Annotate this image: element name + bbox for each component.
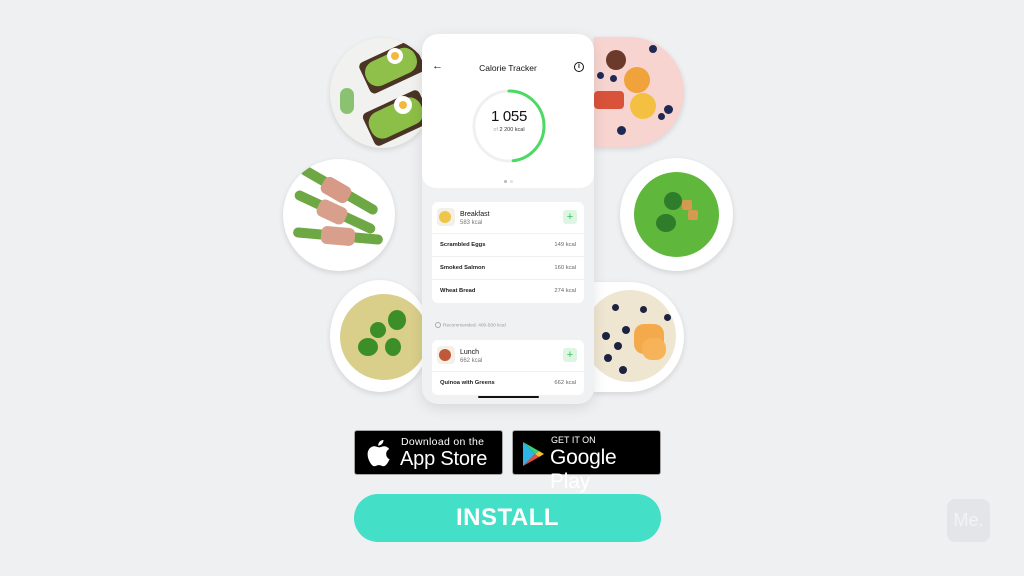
app-store-label: App Store (400, 448, 488, 470)
app-store-badge[interactable]: Download on the App Store (354, 430, 503, 475)
meal-name: Lunch (460, 349, 480, 356)
apple-logo-icon (367, 440, 390, 467)
brand-logo: Me. (947, 499, 990, 542)
recommendation-text: Recommended: 400-500 kcal (443, 323, 506, 329)
meal-card-breakfast: Breakfast 583 kcal + Scrambled Eggs 149 … (432, 202, 584, 303)
app-header: ← Calorie Tracker i (422, 60, 594, 75)
page-dot-active[interactable] (503, 180, 507, 183)
page-dot[interactable] (509, 180, 513, 183)
food-kcal: 149 kcal (554, 242, 576, 248)
page-title: Calorie Tracker (479, 63, 537, 73)
google-play-caption: GET IT ON (551, 435, 596, 445)
of-label: of (493, 127, 498, 133)
meal-thumbnail (437, 346, 455, 364)
info-circle-icon (435, 322, 441, 328)
meal-kcal: 662 kcal (460, 358, 483, 364)
oatmeal-peach-bowl (594, 282, 684, 392)
food-row[interactable]: Scrambled Eggs 149 kcal (432, 234, 584, 257)
food-kcal: 662 kcal (554, 380, 576, 386)
meal-header[interactable]: Lunch 662 kcal + (432, 340, 584, 372)
food-name: Smoked Salmon (440, 265, 486, 271)
add-food-button[interactable]: + (563, 348, 577, 362)
home-indicator (478, 396, 539, 398)
food-row[interactable]: Smoked Salmon 160 kcal (432, 257, 584, 280)
food-name: Quinoa with Greens (440, 380, 495, 386)
avocado-toast-plate (330, 38, 434, 148)
meal-thumbnail (437, 208, 455, 226)
recommendation-note: Recommended: 400-500 kcal (435, 322, 506, 328)
google-play-logo-icon (523, 442, 544, 466)
info-icon[interactable]: i (574, 62, 584, 72)
green-soup-bowl (620, 158, 733, 271)
food-name: Wheat Bread (440, 288, 476, 294)
calorie-summary: 1 055 of 2 200 kcal (471, 108, 547, 133)
meal-card-lunch: Lunch 662 kcal + Quinoa with Greens 662 … (432, 340, 584, 395)
phone-mockup: ← Calorie Tracker i 1 055 of 2 200 kcal … (422, 34, 594, 404)
meal-name: Breakfast (460, 211, 490, 218)
pesto-pasta-plate (330, 280, 430, 392)
summary-panel: ← Calorie Tracker i 1 055 of 2 200 kcal (422, 34, 594, 188)
food-kcal: 160 kcal (554, 265, 576, 271)
meal-kcal: 583 kcal (460, 220, 483, 226)
app-store-caption: Download on the (401, 436, 485, 448)
food-row[interactable]: Quinoa with Greens 662 kcal (432, 372, 584, 395)
food-kcal: 274 kcal (554, 288, 576, 294)
calorie-goal: of 2 200 kcal (471, 127, 547, 133)
meal-header[interactable]: Breakfast 583 kcal + (432, 202, 584, 234)
install-button[interactable]: INSTALL (354, 494, 661, 542)
google-play-badge[interactable]: GET IT ON Google Play (512, 430, 661, 493)
goal-value: 2 200 kcal (499, 127, 525, 133)
bacon-asparagus-plate (283, 159, 395, 271)
food-name: Scrambled Eggs (440, 242, 486, 248)
page-indicator (422, 170, 594, 188)
food-row[interactable]: Wheat Bread 274 kcal (432, 280, 584, 303)
calories-consumed: 1 055 (490, 108, 528, 125)
tomato-berry-plate (594, 37, 684, 147)
google-play-label: Google Play (550, 446, 617, 493)
add-food-button[interactable]: + (563, 210, 577, 224)
